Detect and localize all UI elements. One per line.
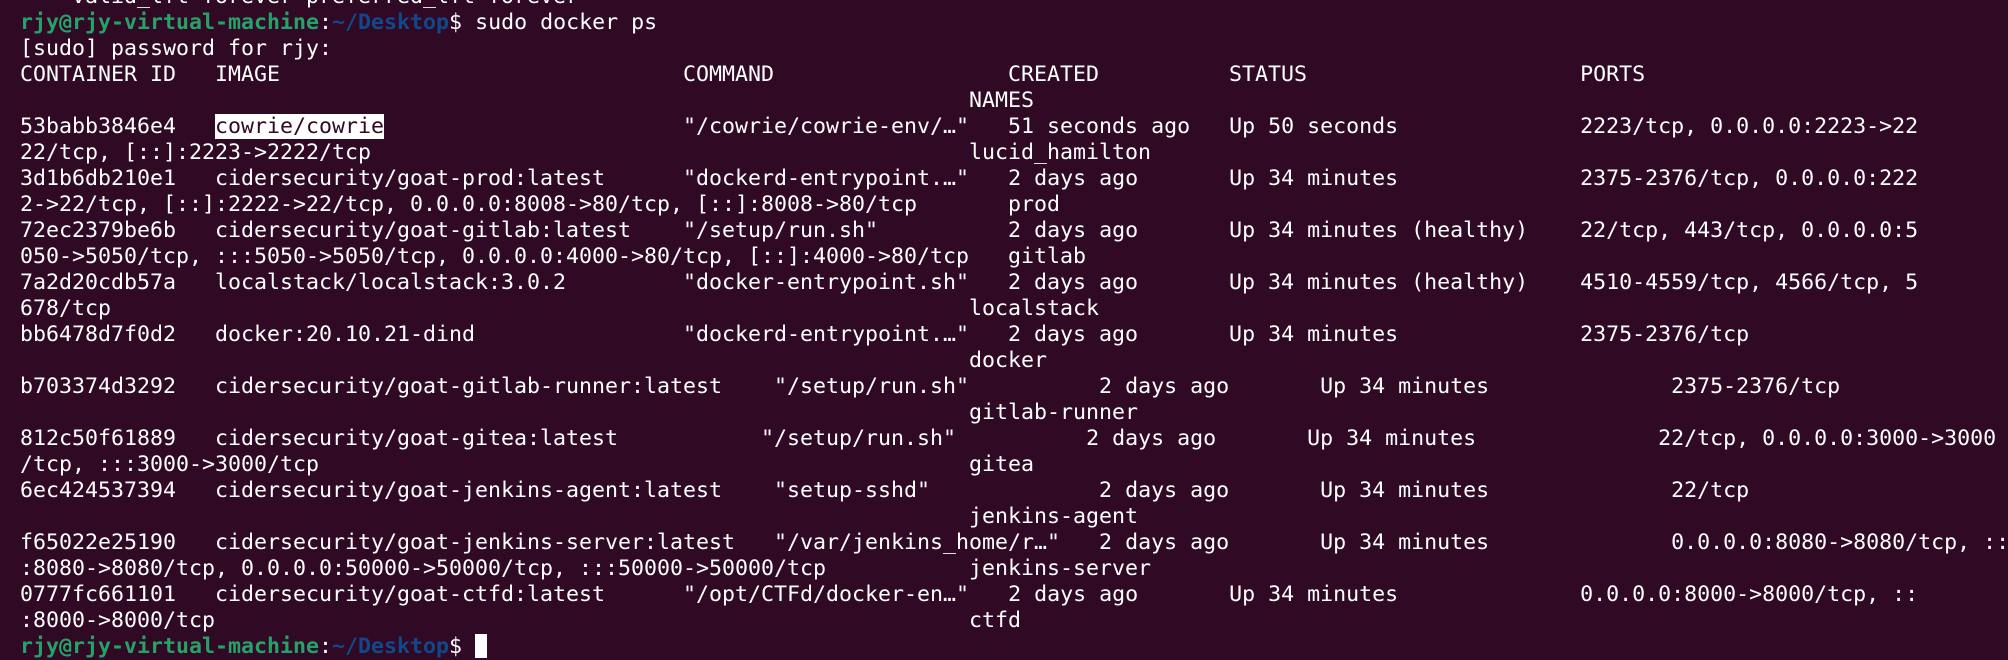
image-cell: cidersecurity/goat-ctfd:latest	[215, 582, 606, 607]
image-cell: cidersecurity/goat-prod:latest	[215, 166, 606, 191]
row-details: "docker-entrypoint.sh" 2 days ago Up 34 …	[566, 270, 1919, 295]
table-row-wrap: :8080->8080/tcp, 0.0.0.0:50000->50000/tc…	[20, 556, 1152, 581]
container-id-cell: 6ec424537394	[20, 478, 216, 503]
row-details: "setup-sshd" 2 days ago Up 34 minutes 22…	[722, 478, 1750, 503]
container-id-cell: 53babb3846e4	[20, 114, 216, 139]
row-details: "/var/jenkins_home/r…" 2 days ago Up 34 …	[735, 530, 2005, 555]
row-details: "dockerd-entrypoint.…" 2 days ago Up 34 …	[605, 166, 1919, 191]
image-cell: cidersecurity/goat-jenkins-server:latest	[215, 530, 736, 555]
image-cell: localstack/localstack:3.0.2	[215, 270, 567, 295]
command-prompt-line: rjy@rjy-virtual-machine:~/Desktop$ sudo …	[20, 10, 2005, 36]
prompt-path: ~/Desktop	[332, 10, 450, 35]
row-details: "/setup/run.sh" 2 days ago Up 34 minutes…	[618, 426, 1997, 451]
image-cell: cidersecurity/goat-gitlab-runner:latest	[215, 374, 723, 399]
container-table: 53babb3846e4 cowrie/cowrie "/cowrie/cowr…	[20, 114, 2005, 634]
table-row-wrap: :8000->8000/tcp ctfd	[20, 608, 1022, 633]
image-cell: cowrie/cowrie	[215, 114, 385, 139]
container-id-cell: 0777fc661101	[20, 582, 216, 607]
table-row-wrap: 678/tcp localstack	[20, 296, 1100, 321]
table-row: bb6478d7f0d2 docker:20.10.21-dind "docke…	[20, 322, 2005, 348]
prompt-colon: :	[319, 10, 333, 35]
table-row: 6ec424537394 cidersecurity/goat-jenkins-…	[20, 478, 2005, 504]
prompt-path: ~/Desktop	[332, 634, 450, 659]
container-id-cell: f65022e25190	[20, 530, 216, 555]
prompt-user-host: rjy@rjy-virtual-machine	[20, 634, 320, 659]
table-row-wrap: 22/tcp, [::]:2223->2222/tcp lucid_hamilt…	[20, 140, 1152, 165]
table-header: CONTAINER ID IMAGE COMMAND CREATED STATU…	[20, 62, 1646, 87]
row-details: "/setup/run.sh" 2 days ago Up 34 minutes…	[722, 374, 1841, 399]
prompt-colon: :	[319, 634, 333, 659]
table-row: 53babb3846e4 cowrie/cowrie "/cowrie/cowr…	[20, 114, 2005, 140]
container-id-cell: 72ec2379be6b	[20, 218, 216, 243]
table-row-wrap: gitlab-runner	[20, 400, 1139, 425]
container-id-cell: 3d1b6db210e1	[20, 166, 216, 191]
prompt-dollar: $	[449, 10, 476, 35]
table-row: 0777fc661101 cidersecurity/goat-ctfd:lat…	[20, 582, 2005, 608]
scrollback-line: valid_lft forever preferred_lft forever	[20, 0, 2005, 10]
table-row-wrap: 050->5050/tcp, :::5050->5050/tcp, 0.0.0.…	[20, 244, 1087, 269]
container-id-cell: 812c50f61889	[20, 426, 216, 451]
container-id-cell: 7a2d20cdb57a	[20, 270, 216, 295]
container-id-cell: b703374d3292	[20, 374, 216, 399]
prompt-dollar: $	[449, 634, 476, 659]
image-cell: docker:20.10.21-dind	[215, 322, 476, 347]
table-header-names: NAMES	[20, 88, 1035, 113]
table-row-wrap: /tcp, :::3000->3000/tcp gitea	[20, 452, 1035, 477]
row-details: "/opt/CTFd/docker-en…" 2 days ago Up 34 …	[605, 582, 1919, 607]
entered-command: sudo docker ps	[475, 10, 658, 35]
text-cursor[interactable]	[475, 634, 488, 658]
row-details: "/cowrie/cowrie-env/…" 51 seconds ago Up…	[384, 114, 1919, 139]
terminal-output[interactable]: valid_lft forever preferred_lft forever …	[20, 0, 2005, 660]
table-row-wrap: 2->22/tcp, [::]:2222->22/tcp, 0.0.0.0:80…	[20, 192, 1061, 217]
table-row: f65022e25190 cidersecurity/goat-jenkins-…	[20, 530, 2005, 556]
table-row-wrap: jenkins-agent	[20, 504, 1139, 529]
image-cell: cidersecurity/goat-gitlab:latest	[215, 218, 632, 243]
row-details: "dockerd-entrypoint.…" 2 days ago Up 34 …	[475, 322, 1750, 347]
sudo-password-line: [sudo] password for rjy:	[20, 36, 333, 61]
prompt-user-host: rjy@rjy-virtual-machine	[20, 10, 320, 35]
container-id-cell: bb6478d7f0d2	[20, 322, 216, 347]
table-row: 7a2d20cdb57a localstack/localstack:3.0.2…	[20, 270, 2005, 296]
table-row: 72ec2379be6b cidersecurity/goat-gitlab:l…	[20, 218, 2005, 244]
table-row: b703374d3292 cidersecurity/goat-gitlab-r…	[20, 374, 2005, 400]
active-prompt-line: rjy@rjy-virtual-machine:~/Desktop$	[20, 634, 2005, 660]
image-cell: cidersecurity/goat-gitea:latest	[215, 426, 619, 451]
row-details: "/setup/run.sh" 2 days ago Up 34 minutes…	[631, 218, 1919, 243]
table-row: 3d1b6db210e1 cidersecurity/goat-prod:lat…	[20, 166, 2005, 192]
image-cell: cidersecurity/goat-jenkins-agent:latest	[215, 478, 723, 503]
table-row: 812c50f61889 cidersecurity/goat-gitea:la…	[20, 426, 2005, 452]
table-row-wrap: docker	[20, 348, 1048, 373]
